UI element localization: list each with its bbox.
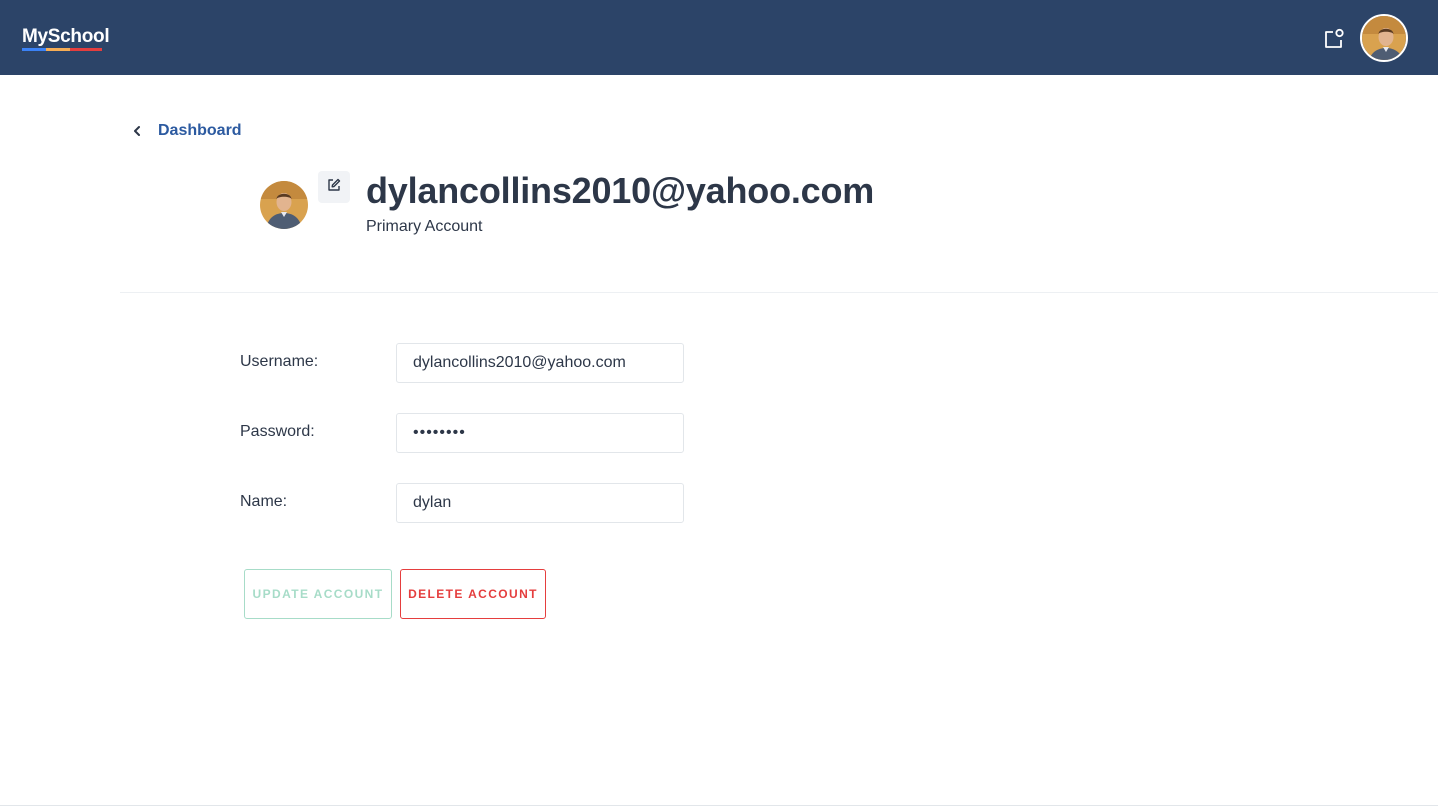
back-to-dashboard-link[interactable]: Dashboard [130,120,242,142]
top-navbar: MySchool [0,0,1438,75]
name-label: Name: [240,493,288,510]
chevron-left-icon [130,124,144,138]
user-avatar[interactable] [1360,14,1408,62]
account-type-label: Primary Account [366,218,483,235]
update-account-button[interactable]: UPDATE ACCOUNT [244,569,392,619]
back-link-label: Dashboard [158,122,242,139]
name-field[interactable] [396,483,684,523]
password-field[interactable] [396,413,684,453]
edit-avatar-button[interactable] [318,171,350,203]
page-title: dylancollins2010@yahoo.com [366,170,875,211]
footer-divider [0,805,1438,806]
logo-underline [22,48,102,51]
notification-icon[interactable] [1322,27,1346,51]
edit-icon [327,178,341,197]
delete-account-button[interactable]: DELETE ACCOUNT [400,569,546,619]
app-logo[interactable]: MySchool [22,26,110,48]
profile-avatar [260,181,308,229]
section-divider [120,292,1438,293]
username-field[interactable] [396,343,684,383]
password-label: Password: [240,423,315,440]
username-label: Username: [240,353,319,370]
